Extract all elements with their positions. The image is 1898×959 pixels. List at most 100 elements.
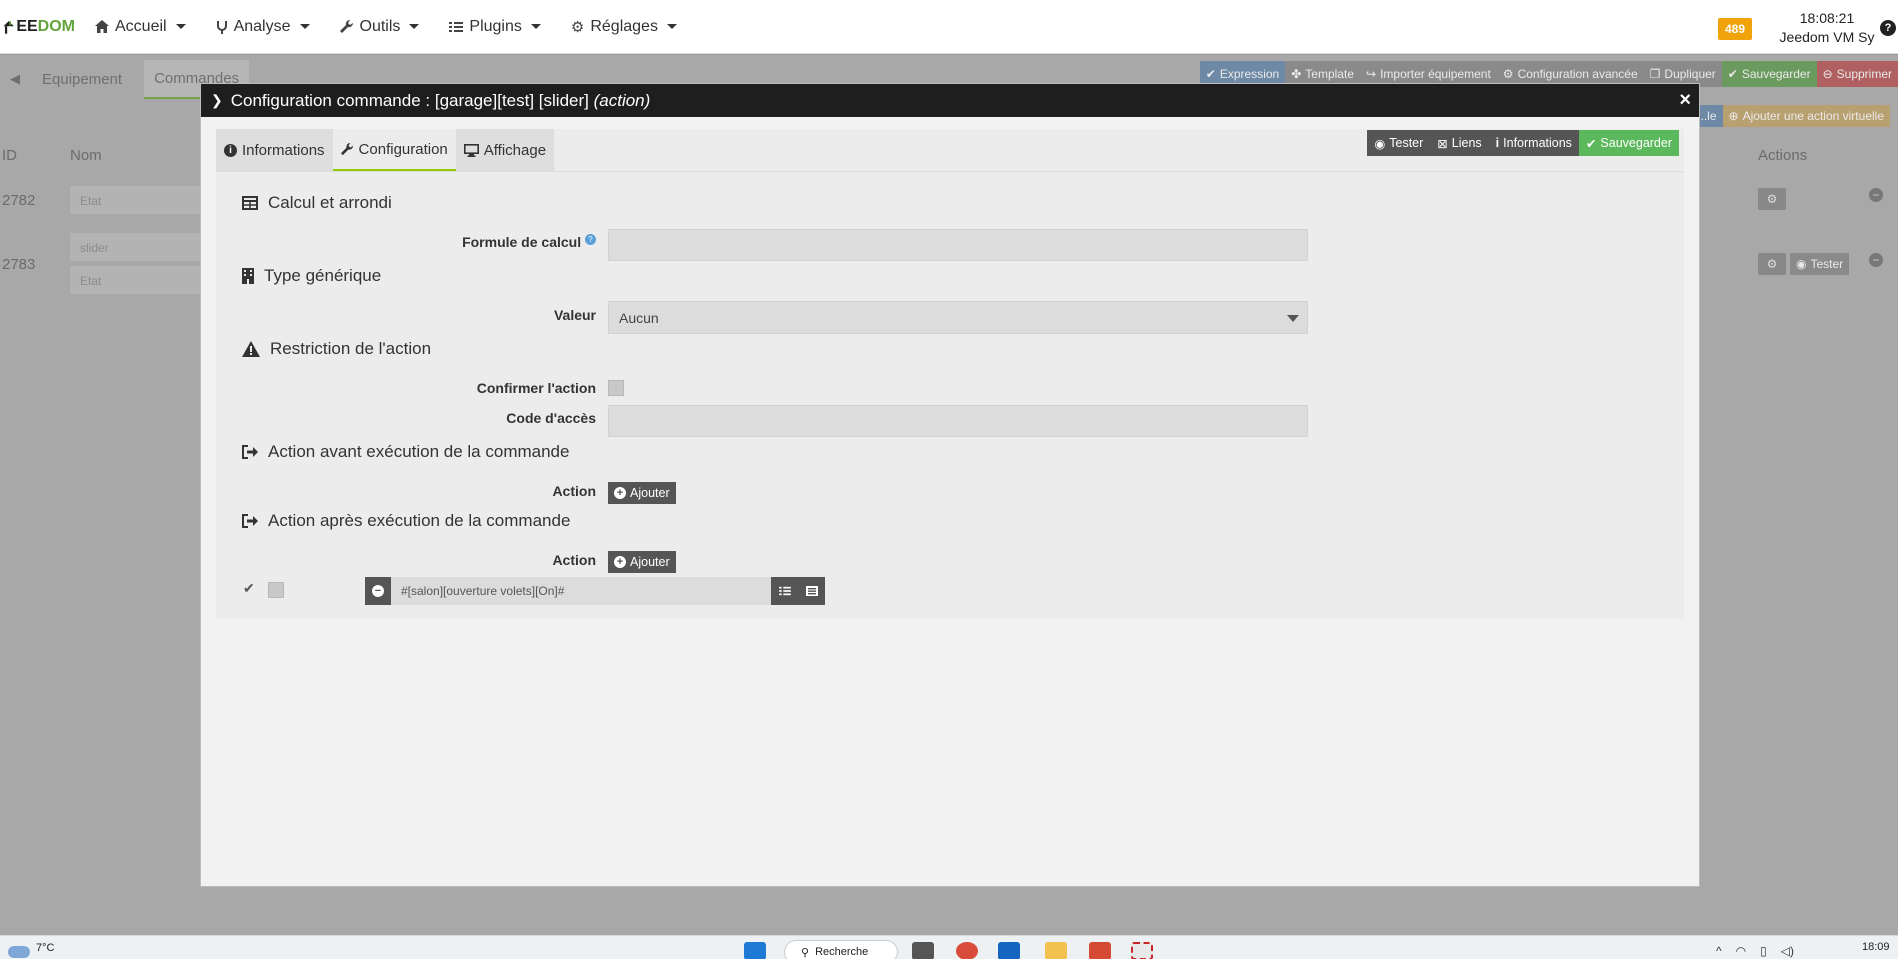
nav-outils[interactable]: Outils bbox=[330, 0, 430, 54]
cog-icon: ⚙ bbox=[570, 18, 585, 36]
sitemap-icon: ⊠ bbox=[1437, 136, 1448, 151]
start-icon[interactable] bbox=[744, 942, 766, 959]
top-navbar: EE DOM Accueil Analyse Outils Plugins ⚙ R… bbox=[0, 0, 1898, 54]
outlook-icon[interactable] bbox=[998, 942, 1020, 959]
chevron-up-icon[interactable]: ^ bbox=[1716, 944, 1722, 958]
avant-action-label: Action bbox=[552, 483, 596, 499]
bg-row-tester-button[interactable]: ◉ Tester bbox=[1790, 253, 1850, 275]
tab-affichage[interactable]: Affichage bbox=[455, 129, 555, 171]
notification-badge[interactable]: 489 bbox=[1718, 18, 1752, 40]
modal-title-type: (action) bbox=[593, 90, 651, 110]
confirmer-checkbox[interactable] bbox=[608, 380, 624, 396]
bg-row-name[interactable]: Etat bbox=[70, 186, 202, 214]
app-icon[interactable] bbox=[1089, 942, 1111, 959]
nav-analyse[interactable]: Analyse bbox=[206, 0, 320, 54]
apres-ajouter-button[interactable]: + Ajouter bbox=[608, 551, 676, 573]
bg-row-name[interactable]: slider bbox=[70, 233, 202, 261]
list-alt-icon bbox=[805, 586, 818, 596]
desktop-icon bbox=[463, 143, 479, 157]
nav-plugins-label: Plugins bbox=[469, 17, 522, 35]
bg-add-virtual-action[interactable]: ⊕ Ajouter une action virtuelle bbox=[1722, 105, 1890, 127]
chrome-icon[interactable] bbox=[956, 942, 978, 959]
tab-configuration[interactable]: Configuration bbox=[332, 129, 456, 171]
system-name: Jeedom VM Sy bbox=[1779, 29, 1875, 45]
bg-row-remove-icon[interactable]: − bbox=[1869, 188, 1883, 202]
weather-temp: 7°C bbox=[36, 942, 55, 954]
bg-row-subname[interactable]: Etat bbox=[70, 266, 202, 294]
house-logo-icon bbox=[3, 20, 14, 34]
task-view-icon[interactable] bbox=[912, 942, 934, 959]
bg-col-nom: Nom bbox=[70, 147, 102, 164]
bg-tab-equipement[interactable]: Equipement bbox=[42, 71, 122, 88]
bg-secondary-actions: ...le ⊕ Ajouter une action virtuelle bbox=[1691, 105, 1890, 127]
bg-save-button[interactable]: ✔ Sauvegarder bbox=[1721, 61, 1817, 87]
bg-template-label: Template bbox=[1305, 67, 1354, 81]
volume-icon[interactable]: ◁) bbox=[1781, 944, 1794, 958]
informations-button[interactable]: i Informations bbox=[1488, 130, 1579, 156]
valeur-select[interactable]: Aucun bbox=[608, 301, 1308, 334]
bg-col-id: ID bbox=[2, 147, 17, 164]
action-command-input[interactable]: #[salon][ouverture volets][On]# bbox=[391, 577, 771, 605]
bg-delete-button[interactable]: ⊖ Supprimer bbox=[1816, 61, 1898, 87]
taskbar-search-label: Recherche bbox=[815, 946, 869, 958]
network-icon[interactable]: ◠ bbox=[1736, 944, 1746, 958]
tab-informations[interactable]: i Informations bbox=[216, 129, 333, 171]
action-option-checkbox[interactable] bbox=[268, 582, 284, 598]
help-icon[interactable]: ? bbox=[1880, 20, 1896, 36]
bg-add-virtual-label: Ajouter une action virtuelle bbox=[1742, 109, 1884, 123]
code-label: Code d'accès bbox=[506, 410, 596, 426]
bg-import-label: Importer équipement bbox=[1380, 67, 1491, 81]
check-circle-icon: ✔ bbox=[1585, 136, 1597, 151]
nav-reglages-label: Réglages bbox=[590, 17, 658, 35]
chevron-right-icon: ❯ bbox=[211, 92, 223, 108]
tester-button[interactable]: ◉ Tester bbox=[1367, 130, 1431, 156]
weather-widget[interactable]: 7°C bbox=[8, 938, 54, 958]
windows-taskbar: 7°C ⚲ Recherche ^ ◠ ▯ ◁) 18:09 bbox=[0, 935, 1898, 959]
bg-row-id: 2782 bbox=[2, 192, 36, 209]
bg-row-remove-icon[interactable]: − bbox=[1869, 253, 1883, 267]
cogs-icon: ⚙ bbox=[1502, 67, 1514, 81]
back-arrow-icon[interactable]: ◀ bbox=[10, 71, 20, 87]
rss-icon: ◉ bbox=[1374, 136, 1386, 151]
avant-ajouter-label: Ajouter bbox=[630, 486, 670, 500]
caret-down-icon bbox=[409, 24, 420, 29]
bg-row-cogs-button[interactable]: ⚙ bbox=[1758, 188, 1786, 210]
nav-plugins[interactable]: Plugins bbox=[439, 0, 550, 54]
battery-icon[interactable]: ▯ bbox=[1760, 944, 1767, 958]
remove-action-button[interactable]: − bbox=[365, 577, 391, 605]
bg-row-cogs-button[interactable]: ⚙ bbox=[1758, 253, 1786, 275]
valeur-label: Valeur bbox=[553, 307, 596, 323]
bg-row-id: 2783 bbox=[2, 256, 36, 273]
tab-divider bbox=[216, 171, 1684, 172]
folder-icon[interactable] bbox=[1045, 942, 1067, 959]
snipping-tool-icon[interactable] bbox=[1131, 942, 1153, 959]
taskbar-search[interactable]: ⚲ Recherche bbox=[784, 940, 898, 959]
building-icon bbox=[242, 268, 254, 284]
sign-out-icon bbox=[242, 445, 258, 459]
tasks-icon bbox=[778, 586, 791, 596]
warning-icon bbox=[242, 341, 260, 357]
bg-config-label: Configuration avancée bbox=[1517, 67, 1638, 81]
modal-action-buttons: ◉ Tester ⊠ Liens i Informations ✔ Sauvegarde… bbox=[1367, 130, 1679, 156]
sauvegarder-button[interactable]: ✔ Sauvegarder bbox=[1578, 130, 1679, 156]
sauvegarder-label: Sauvegarder bbox=[1600, 136, 1672, 150]
plus-circle-icon: + bbox=[614, 556, 626, 568]
enabled-check-icon[interactable]: ✔ bbox=[243, 580, 255, 597]
question-circle-icon[interactable]: ? bbox=[585, 234, 596, 245]
nav-reglages[interactable]: ⚙ Réglages bbox=[561, 0, 687, 54]
close-icon[interactable]: × bbox=[1679, 89, 1691, 112]
select-command-button[interactable] bbox=[798, 577, 825, 605]
home-icon bbox=[95, 20, 109, 33]
avant-ajouter-button[interactable]: + Ajouter bbox=[608, 482, 676, 504]
section-generic: Type générique bbox=[242, 266, 381, 286]
nav-accueil[interactable]: Accueil bbox=[85, 0, 196, 54]
tab-affichage-label: Affichage bbox=[483, 141, 547, 159]
formule-input[interactable] bbox=[608, 229, 1308, 261]
informations-label: Informations bbox=[1503, 136, 1572, 150]
formule-label-text: Formule de calcul bbox=[462, 234, 582, 250]
liens-button[interactable]: ⊠ Liens bbox=[1430, 130, 1489, 156]
select-action-button[interactable] bbox=[771, 577, 798, 605]
jeedom-logo[interactable]: EE DOM bbox=[0, 0, 75, 54]
code-input[interactable] bbox=[608, 405, 1308, 437]
taskbar-clock[interactable]: 18:09 bbox=[1862, 941, 1890, 953]
